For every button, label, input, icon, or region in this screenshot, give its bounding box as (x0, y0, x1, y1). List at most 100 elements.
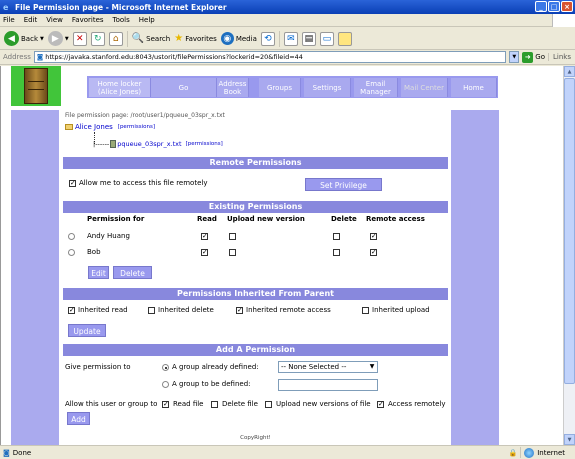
row-select-radio[interactable] (68, 233, 75, 240)
nav-go[interactable]: Go (151, 78, 217, 97)
file-permissions-link[interactable]: [permissions] (186, 141, 223, 147)
delete-checkbox[interactable] (333, 233, 340, 240)
media-icon: ◉ (220, 32, 234, 45)
scroll-thumb[interactable] (564, 78, 575, 384)
menu-file[interactable]: File (3, 16, 15, 24)
add-upload-checkbox[interactable] (265, 401, 272, 408)
set-privilege-button[interactable]: Set Privilege (305, 178, 382, 191)
nav-address-book[interactable]: Address Book (217, 78, 249, 97)
go-button[interactable]: ➜ Go (522, 51, 546, 63)
add-delete-label: Delete file (222, 400, 258, 408)
owner-link[interactable]: Alice Jones (75, 123, 113, 131)
nav-groups[interactable]: Groups (259, 78, 301, 97)
add-delete-checkbox[interactable] (211, 401, 218, 408)
toolbar-separator (126, 30, 128, 47)
tree-owner: Alice Jones [permissions] (65, 123, 155, 131)
row-select-radio[interactable] (68, 249, 75, 256)
nav-email-manager[interactable]: Email Manager (354, 78, 398, 97)
locker-image (24, 68, 48, 104)
inherited-upload-checkbox[interactable] (362, 307, 369, 314)
row-name: Bob (87, 248, 101, 256)
media-button[interactable]: ◉ Media (220, 30, 257, 48)
refresh-icon[interactable]: ↻ (90, 31, 105, 46)
lock-icon: 🔒 (508, 448, 518, 457)
owner-permissions-link[interactable]: [permissions] (118, 124, 155, 130)
nav-home-locker[interactable]: Home locker (Alice Jones) (89, 78, 151, 97)
messenger-icon[interactable] (337, 31, 352, 46)
delete-checkbox[interactable] (333, 249, 340, 256)
edit-icon[interactable]: ▭ (319, 31, 334, 46)
menu-favorites[interactable]: Favorites (72, 16, 104, 24)
media-label: Media (235, 34, 257, 43)
go-arrow-icon: ➜ (522, 51, 534, 63)
tree-connector: |------ (93, 140, 110, 148)
delete-button[interactable]: Delete (113, 266, 152, 279)
address-dropdown-icon[interactable]: ▼ (509, 51, 520, 63)
favorites-button[interactable]: ★ Favorites (174, 30, 217, 48)
menu-bar: File Edit View Favorites Tools Help (0, 14, 575, 27)
upload-checkbox[interactable] (229, 233, 236, 240)
group-defined-radio[interactable] (162, 364, 169, 371)
forward-button[interactable]: ▶ ▼ (47, 30, 69, 48)
col-read: Read (197, 215, 217, 223)
close-button[interactable]: × (561, 1, 573, 12)
toolbar-separator (278, 30, 280, 47)
folder-icon (65, 124, 73, 130)
nav-mail-center[interactable]: Mail Center (401, 78, 448, 97)
search-button[interactable]: 🔍 Search (132, 30, 171, 48)
window-controls: _ □ × (535, 1, 573, 12)
group-select[interactable]: -- None Selected -- ▼ (278, 361, 378, 373)
scroll-down-icon[interactable]: ▼ (564, 434, 575, 445)
group-new-radio[interactable] (162, 381, 169, 388)
add-read-checkbox[interactable]: ✓ (162, 401, 169, 408)
allow-remote-checkbox[interactable]: ✓ (69, 180, 76, 187)
tree-file: |------ pqueue_03spr_x.txt [permissions] (93, 140, 223, 148)
inherited-delete-label: Inherited delete (158, 306, 214, 314)
upload-checkbox[interactable] (229, 249, 236, 256)
inherited-delete-checkbox[interactable] (148, 307, 155, 314)
remote-checkbox[interactable]: ✓ (370, 233, 377, 240)
remote-permissions-header: Remote Permissions (63, 157, 448, 169)
title-bar: e File Permission page - Microsoft Inter… (0, 0, 575, 14)
file-icon (110, 140, 117, 148)
nav-settings[interactable]: Settings (304, 78, 351, 97)
menu-help[interactable]: Help (139, 16, 155, 24)
add-permission-header: Add A Permission (63, 344, 448, 356)
add-upload-label: Upload new versions of file (276, 400, 371, 408)
file-link[interactable]: pqueue_03spr_x.txt (117, 140, 181, 148)
read-checkbox[interactable]: ✓ (201, 233, 208, 240)
edit-button[interactable]: Edit (88, 266, 109, 279)
nav-home[interactable]: Home (451, 78, 497, 97)
address-input[interactable]: ◙ https://javaka.stanford.edu:8043/ustor… (33, 51, 507, 63)
remote-checkbox[interactable]: ✓ (370, 249, 377, 256)
print-icon[interactable]: ▤ (301, 31, 316, 46)
read-checkbox[interactable]: ✓ (201, 249, 208, 256)
chevron-down-icon: ▼ (369, 363, 375, 370)
history-icon[interactable]: ⟲ (260, 31, 275, 46)
links-button[interactable]: Links (548, 53, 575, 61)
menu-edit[interactable]: Edit (24, 16, 38, 24)
stop-icon[interactable]: ✕ (72, 31, 87, 46)
go-label: Go (535, 53, 546, 61)
minimize-button[interactable]: _ (535, 1, 547, 12)
allow-remote-label: Allow me to access this file remotely (79, 179, 208, 187)
mail-icon[interactable]: ✉ (283, 31, 298, 46)
group-name-input[interactable] (278, 379, 378, 391)
menu-view[interactable]: View (46, 16, 63, 24)
maximize-button[interactable]: □ (548, 1, 560, 12)
col-remote-access: Remote access (366, 215, 425, 223)
left-sidebar (11, 110, 59, 445)
add-button[interactable]: Add (67, 412, 90, 425)
vertical-scrollbar[interactable]: ▲ ▼ (563, 66, 575, 445)
inherited-read-checkbox[interactable]: ✓ (68, 307, 75, 314)
forward-arrow-icon: ▶ (47, 31, 63, 46)
inherited-remote-checkbox[interactable]: ✓ (236, 307, 243, 314)
home-icon[interactable]: ⌂ (108, 31, 123, 46)
scroll-up-icon[interactable]: ▲ (564, 66, 575, 77)
row-name: Andy Huang (87, 232, 130, 240)
menu-tools[interactable]: Tools (113, 16, 130, 24)
back-button[interactable]: ◀ Back ▼ (4, 30, 44, 48)
update-button[interactable]: Update (68, 324, 106, 337)
add-remote-checkbox[interactable]: ✓ (377, 401, 384, 408)
search-label: Search (146, 34, 171, 43)
